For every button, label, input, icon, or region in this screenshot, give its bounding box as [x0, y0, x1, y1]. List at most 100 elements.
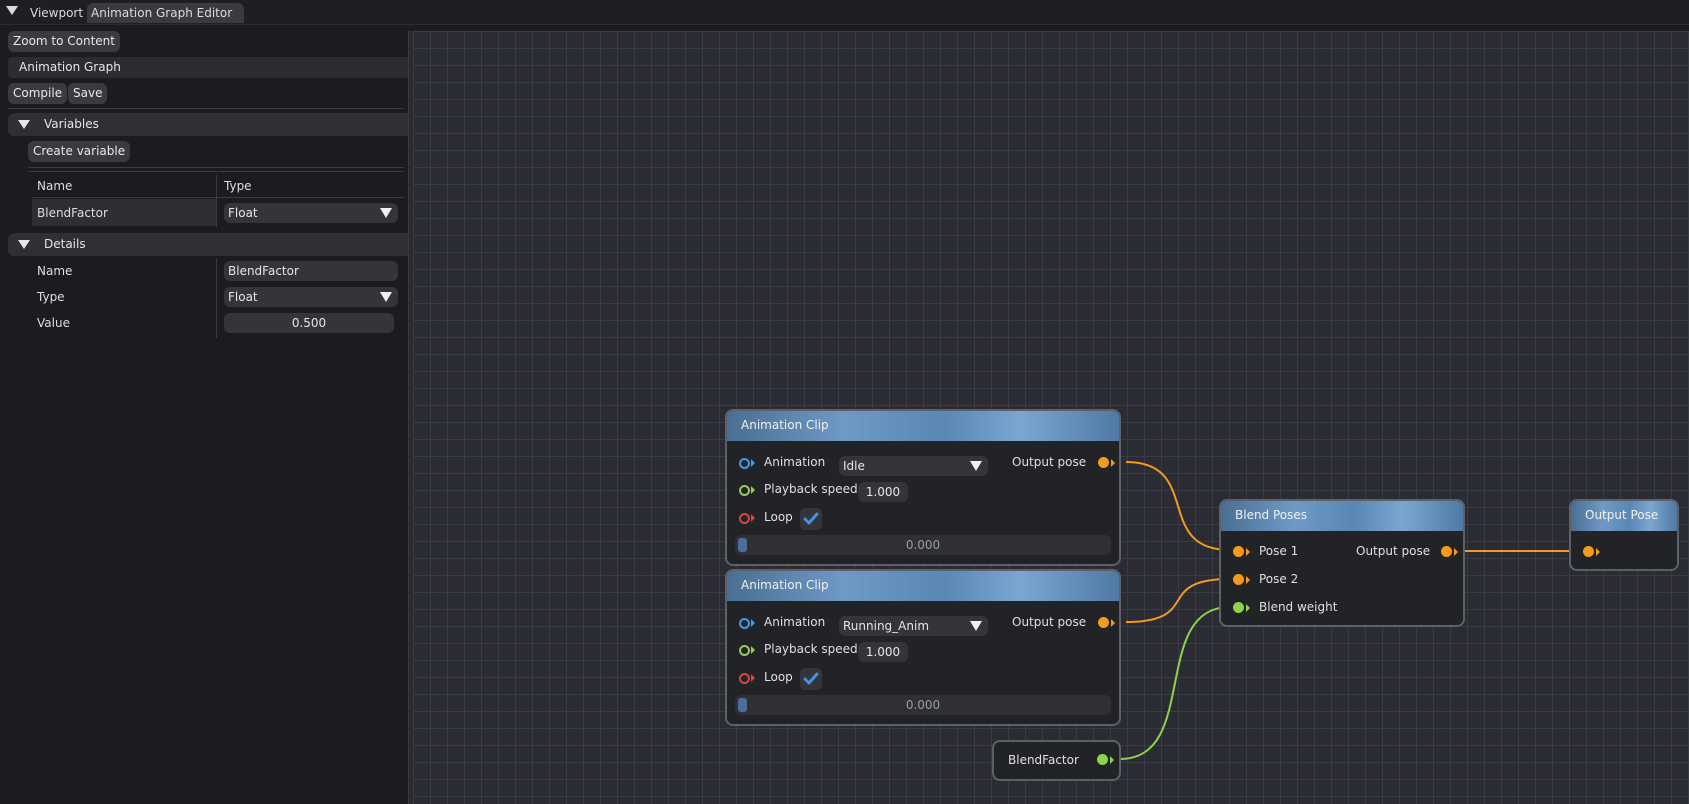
blendfactor-variable-node[interactable]: BlendFactor: [992, 740, 1121, 781]
node-title: Animation Clip: [741, 578, 829, 592]
details-name-input[interactable]: BlendFactor: [224, 261, 398, 281]
tab-viewport[interactable]: Viewport: [24, 3, 89, 23]
graph-name-field[interactable]: Animation Graph: [8, 57, 412, 78]
pose1-pin-icon[interactable]: [1233, 546, 1244, 557]
time-slider[interactable]: 0.000: [735, 535, 1111, 555]
chevron-down-icon: [380, 208, 392, 218]
output-pose-label: Output pose: [1012, 615, 1087, 629]
pin-arrow-icon: [1111, 619, 1115, 627]
node-header[interactable]: Output Pose: [1571, 501, 1677, 531]
separator: [32, 197, 404, 198]
pin-arrow-icon: [1246, 604, 1250, 612]
float-output-pin-icon[interactable]: [1097, 754, 1108, 765]
pin-arrow-icon: [1111, 459, 1115, 467]
pose2-label: Pose 2: [1259, 572, 1299, 586]
output-pose-pin-icon[interactable]: [1441, 546, 1452, 557]
pin-arrow-icon: [751, 486, 755, 494]
variable-name-cell[interactable]: BlendFactor: [37, 206, 108, 220]
playback-speed-input[interactable]: 1.000: [858, 642, 908, 662]
chevron-down-icon: [18, 120, 30, 129]
pin-arrow-icon: [1246, 576, 1250, 584]
animation-clip-node-2[interactable]: Animation Clip Animation Running_Anim Ou…: [725, 569, 1121, 726]
playback-speed-label: Playback speed: [764, 482, 858, 496]
time-slider[interactable]: 0.000: [735, 695, 1111, 715]
details-type-value: Float: [228, 290, 258, 304]
pin-arrow-icon: [751, 674, 755, 682]
animation-pin-icon[interactable]: [739, 458, 750, 469]
pin-arrow-icon: [1110, 756, 1114, 764]
pin-arrow-icon: [751, 514, 755, 522]
loop-label: Loop: [764, 670, 793, 684]
pin-arrow-icon: [751, 619, 755, 627]
tab-animation-graph-editor[interactable]: Animation Graph Editor: [87, 3, 245, 23]
node-header[interactable]: Animation Clip: [727, 571, 1119, 601]
variable-node-label: BlendFactor: [1008, 753, 1079, 767]
compile-button[interactable]: Compile: [8, 83, 68, 104]
animation-combo[interactable]: Idle: [839, 456, 988, 476]
window-menu-icon[interactable]: [6, 6, 18, 15]
checkmark-icon: [803, 672, 819, 685]
chevron-down-icon: [970, 621, 982, 631]
animation-label: Animation: [764, 615, 826, 629]
loop-label: Loop: [764, 510, 793, 524]
output-pose-pin-icon[interactable]: [1098, 617, 1109, 628]
details-header[interactable]: Details: [8, 233, 412, 256]
animation-combo[interactable]: Running_Anim: [839, 616, 988, 636]
variables-header[interactable]: Variables: [8, 113, 412, 136]
animation-value: Running_Anim: [843, 619, 930, 633]
time-slider-value: 0.000: [905, 698, 941, 712]
column-divider: [216, 258, 217, 338]
variables-header-label: Variables: [44, 117, 99, 131]
node-header[interactable]: Blend Poses: [1221, 501, 1463, 531]
blend-output-label: Output pose: [1356, 544, 1431, 558]
bool-pin-icon[interactable]: [739, 673, 750, 684]
link-clip2-pose2: [1125, 578, 1231, 623]
output-input-pin-icon[interactable]: [1583, 546, 1594, 557]
loop-checkbox[interactable]: [800, 508, 822, 530]
blend-poses-node[interactable]: Blend Poses Pose 1 Output pose Pose 2 Bl…: [1219, 499, 1465, 627]
chevron-down-icon: [18, 240, 30, 249]
zoom-to-content-button[interactable]: Zoom to Content: [8, 31, 120, 52]
blend-weight-pin-icon[interactable]: [1233, 602, 1244, 613]
playback-speed-label: Playback speed: [764, 642, 858, 656]
animation-pin-icon[interactable]: [739, 618, 750, 629]
details-value-label: Value: [37, 316, 70, 330]
pose1-label: Pose 1: [1259, 544, 1299, 558]
animation-value: Idle: [843, 459, 865, 473]
blend-weight-label: Blend weight: [1259, 600, 1338, 614]
link-clip1-pose1: [1125, 461, 1231, 551]
float-pin-icon[interactable]: [739, 645, 750, 656]
bool-pin-icon[interactable]: [739, 513, 750, 524]
node-title: Blend Poses: [1235, 508, 1308, 522]
tab-bar: [0, 0, 1689, 25]
variable-type-combo[interactable]: Float: [224, 203, 398, 223]
pin-arrow-icon: [751, 459, 755, 467]
output-pose-pin-icon[interactable]: [1098, 457, 1109, 468]
checkmark-icon: [803, 512, 819, 525]
output-pose-label: Output pose: [1012, 455, 1087, 469]
details-type-label: Type: [37, 290, 65, 304]
save-button[interactable]: Save: [68, 83, 108, 104]
separator: [28, 171, 404, 172]
variable-type-value: Float: [228, 206, 258, 220]
pin-arrow-icon: [1596, 548, 1600, 556]
details-value-input[interactable]: 0.500: [224, 313, 394, 333]
details-type-combo[interactable]: Float: [224, 287, 398, 307]
graph-canvas[interactable]: Animation Clip Animation Idle Output pos…: [413, 31, 1689, 804]
chevron-down-icon: [970, 461, 982, 471]
animation-label: Animation: [764, 455, 826, 469]
column-header-type: Type: [224, 179, 252, 193]
column-header-name: Name: [37, 179, 73, 193]
animation-clip-node-1[interactable]: Animation Clip Animation Idle Output pos…: [725, 409, 1121, 566]
create-variable-button[interactable]: Create variable: [28, 141, 131, 162]
playback-speed-input[interactable]: 1.000: [858, 482, 908, 502]
node-header[interactable]: Animation Clip: [727, 411, 1119, 441]
chevron-down-icon: [380, 292, 392, 302]
float-pin-icon[interactable]: [739, 485, 750, 496]
loop-checkbox[interactable]: [800, 668, 822, 690]
pose2-pin-icon[interactable]: [1233, 574, 1244, 585]
output-pose-node[interactable]: Output Pose: [1569, 499, 1679, 571]
link-blendfactor-weight: [1119, 606, 1231, 760]
separator: [28, 167, 404, 168]
details-header-label: Details: [44, 237, 86, 251]
